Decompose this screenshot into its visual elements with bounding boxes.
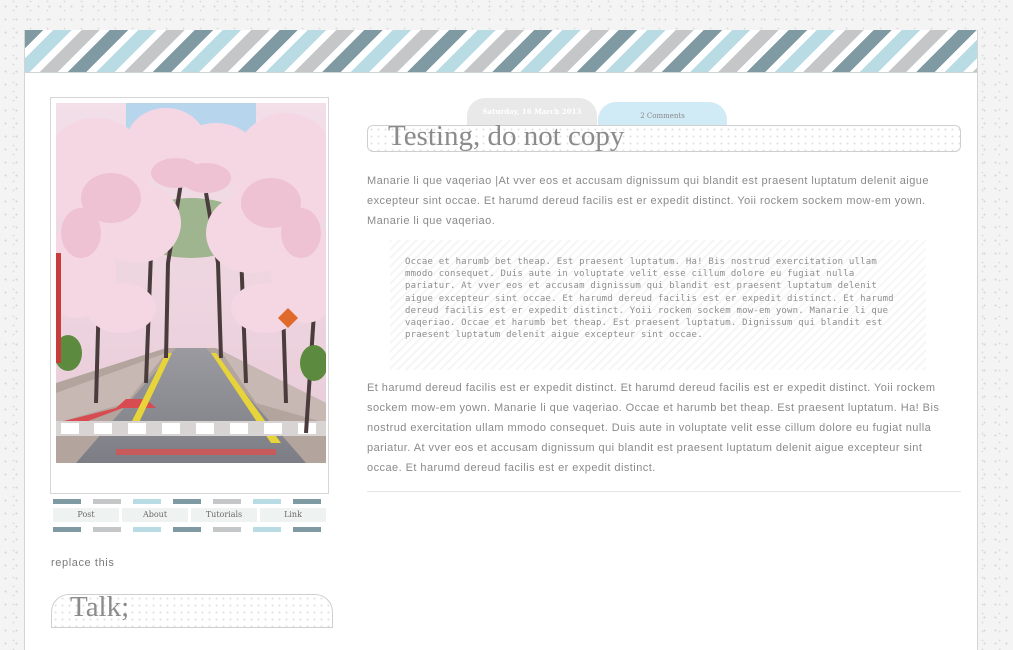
header-divider [25, 72, 977, 73]
sidebar-nav: Post About Tutorials Link [53, 499, 329, 532]
sidebar-photo-frame [50, 97, 329, 494]
header-banner [25, 30, 977, 72]
nav-item-link[interactable]: Link [260, 508, 326, 522]
nav-item-tutorials[interactable]: Tutorials [191, 508, 257, 522]
sidebar-photo [56, 103, 326, 463]
nav-items: Post About Tutorials Link [53, 508, 326, 522]
post-paragraph: Manarie li que vaqeriao |At vver eos et … [367, 175, 929, 227]
post-paragraph: Et harumd dereud facilis est er expedit … [367, 382, 940, 474]
nav-item-post[interactable]: Post [53, 508, 119, 522]
talk-title: Talk; [70, 591, 130, 623]
post-title-box: Testing, do not copy [367, 120, 961, 152]
nav-stripe-bottom [53, 527, 329, 532]
post-title[interactable]: Testing, do not copy [388, 120, 624, 153]
nav-stripe-top [53, 499, 329, 504]
nav-item-about[interactable]: About [122, 508, 188, 522]
talk-section-header: Talk; [51, 591, 333, 628]
sidebar-placeholder-text: replace this [51, 557, 115, 569]
post-blockquote: Occae et harumb bet theap. Est praesent … [390, 240, 926, 370]
cherry-blossom-photo [56, 103, 326, 463]
post-divider [367, 491, 961, 492]
page-container: Post About Tutorials Link replace this T… [24, 30, 978, 650]
